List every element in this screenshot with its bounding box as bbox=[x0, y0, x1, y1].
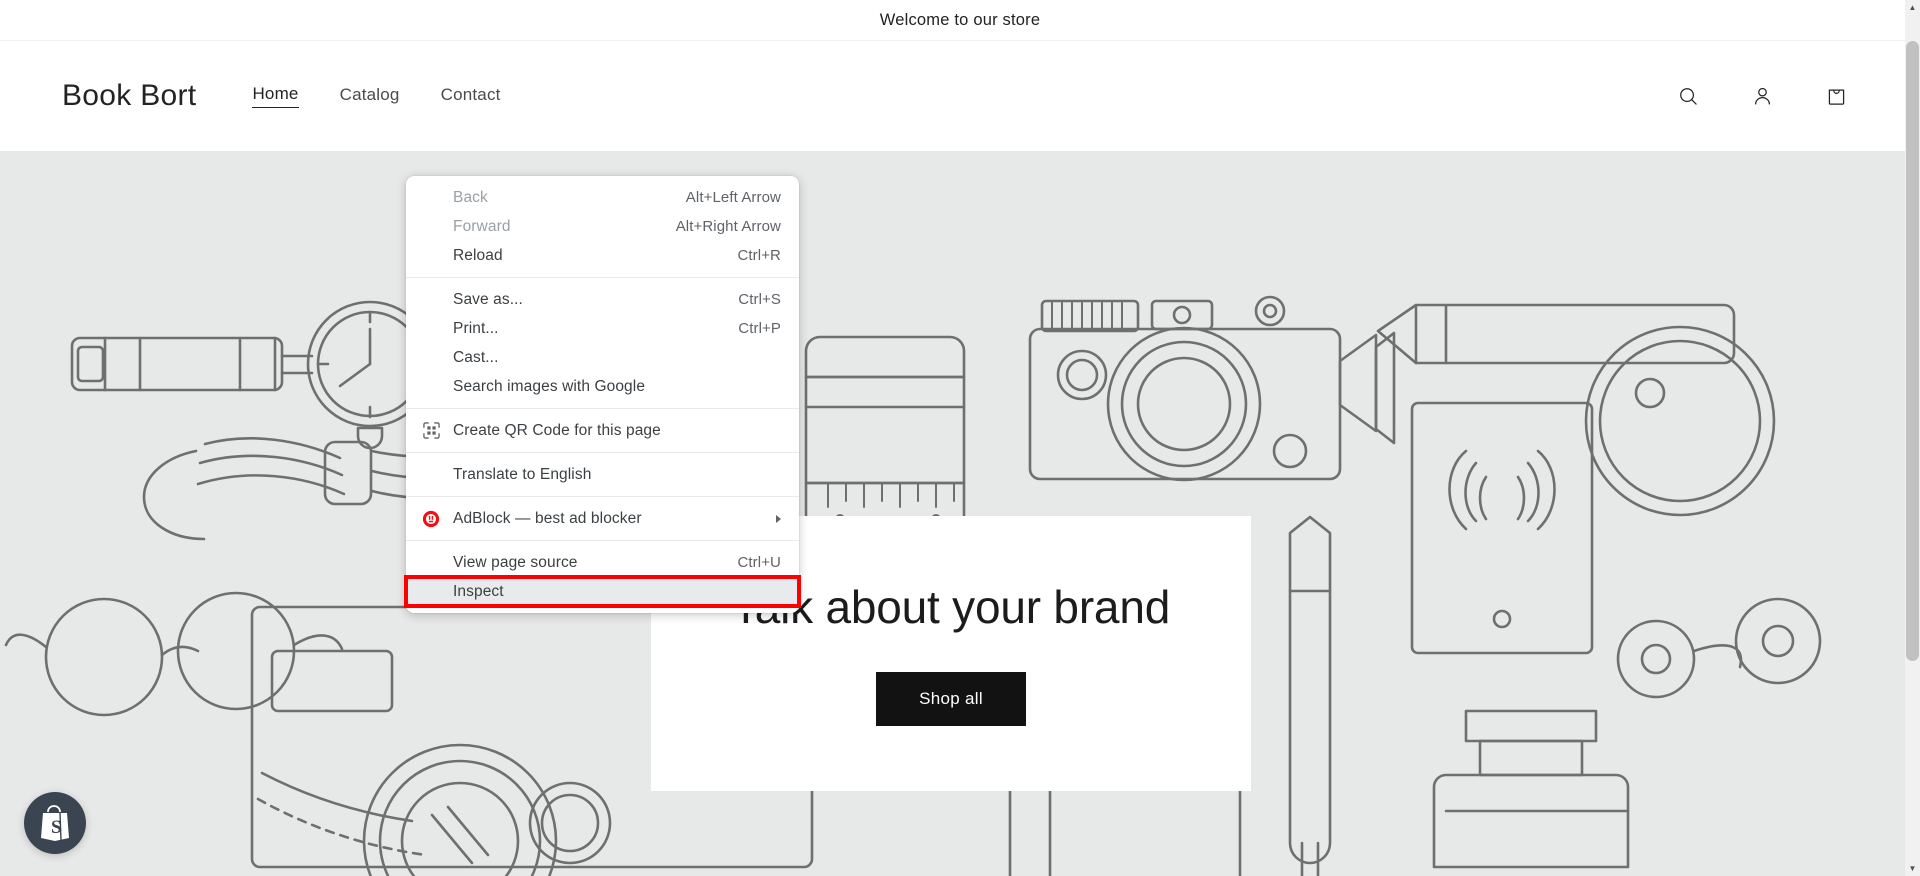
scroll-down-arrow[interactable]: ▼ bbox=[1905, 861, 1920, 876]
header-actions bbox=[1666, 74, 1858, 118]
menu-item-reload[interactable]: Reload Ctrl+R bbox=[406, 241, 799, 270]
scroll-up-arrow[interactable]: ▲ bbox=[1905, 0, 1920, 15]
main-navigation: Home Catalog Contact bbox=[252, 84, 500, 108]
menu-item-forward[interactable]: Forward Alt+Right Arrow bbox=[406, 212, 799, 241]
menu-item-label: View page source bbox=[453, 553, 578, 571]
menu-item-adblock[interactable]: AdBlock — best ad blocker bbox=[406, 504, 799, 533]
menu-item-save-as[interactable]: Save as... Ctrl+S bbox=[406, 285, 799, 314]
announcement-text: Welcome to our store bbox=[879, 10, 1041, 29]
nav-link-catalog[interactable]: Catalog bbox=[340, 85, 400, 108]
search-icon bbox=[1679, 87, 1697, 105]
menu-item-translate-to-english[interactable]: Translate to English bbox=[406, 460, 799, 489]
menu-separator bbox=[406, 408, 799, 409]
menu-item-label: Cast... bbox=[453, 348, 499, 366]
menu-separator bbox=[406, 496, 799, 497]
nav-link-home[interactable]: Home bbox=[252, 84, 299, 108]
menu-item-inspect[interactable]: Inspect bbox=[404, 575, 801, 608]
menu-item-shortcut: Ctrl+R bbox=[737, 247, 781, 264]
menu-item-create-qr-code[interactable]: Create QR Code for this page bbox=[406, 416, 799, 445]
browser-context-menu: Back Alt+Left Arrow Forward Alt+Right Ar… bbox=[404, 176, 801, 613]
shop-all-button[interactable]: Shop all bbox=[876, 671, 1026, 726]
qr-code-icon bbox=[421, 421, 441, 441]
menu-item-shortcut: Alt+Left Arrow bbox=[685, 189, 781, 206]
menu-item-shortcut: Ctrl+S bbox=[738, 291, 781, 308]
account-icon bbox=[1754, 87, 1770, 104]
site-header: Book Bort Home Catalog Contact bbox=[0, 41, 1920, 151]
menu-item-back[interactable]: Back Alt+Left Arrow bbox=[406, 183, 799, 212]
menu-item-label: Forward bbox=[453, 217, 511, 235]
scrollbar-thumb[interactable] bbox=[1906, 41, 1919, 661]
svg-text:S: S bbox=[51, 817, 62, 838]
announcement-bar: Welcome to our store bbox=[0, 0, 1920, 41]
menu-item-print[interactable]: Print... Ctrl+P bbox=[406, 314, 799, 343]
menu-item-shortcut: Alt+Right Arrow bbox=[675, 218, 781, 235]
site-logo[interactable]: Book Bort bbox=[62, 79, 196, 113]
menu-item-shortcut: Ctrl+U bbox=[737, 554, 781, 571]
menu-item-label: Search images with Google bbox=[453, 377, 646, 395]
menu-item-label: Create QR Code for this page bbox=[453, 421, 661, 439]
menu-item-view-page-source[interactable]: View page source Ctrl+U bbox=[406, 548, 799, 577]
hero-section: Talk about your brand Shop all bbox=[0, 151, 1920, 876]
menu-item-label: Save as... bbox=[453, 290, 523, 308]
menu-separator bbox=[406, 540, 799, 541]
search-button[interactable] bbox=[1666, 74, 1710, 118]
menu-separator bbox=[406, 452, 799, 453]
menu-item-label: Translate to English bbox=[453, 465, 592, 483]
page-scrollbar[interactable]: ▲ ▼ bbox=[1905, 0, 1920, 876]
menu-separator bbox=[406, 277, 799, 278]
account-button[interactable] bbox=[1740, 74, 1784, 118]
menu-item-cast[interactable]: Cast... bbox=[406, 343, 799, 372]
nav-link-contact[interactable]: Contact bbox=[441, 85, 501, 108]
menu-item-label: Inspect bbox=[453, 582, 504, 600]
shopify-chat-button[interactable]: S bbox=[24, 792, 86, 854]
menu-item-shortcut: Ctrl+P bbox=[738, 320, 781, 337]
cart-button[interactable] bbox=[1814, 74, 1858, 118]
menu-item-label: Back bbox=[453, 188, 488, 206]
menu-item-search-images-with-google[interactable]: Search images with Google bbox=[406, 372, 799, 401]
menu-item-label: Print... bbox=[453, 319, 499, 337]
adblock-icon bbox=[421, 509, 441, 529]
menu-item-label: Reload bbox=[453, 246, 503, 264]
menu-item-label: AdBlock — best ad blocker bbox=[453, 509, 642, 527]
shopify-bag-icon: S bbox=[41, 805, 69, 841]
chevron-right-icon bbox=[776, 514, 781, 523]
cart-icon bbox=[1828, 88, 1844, 105]
